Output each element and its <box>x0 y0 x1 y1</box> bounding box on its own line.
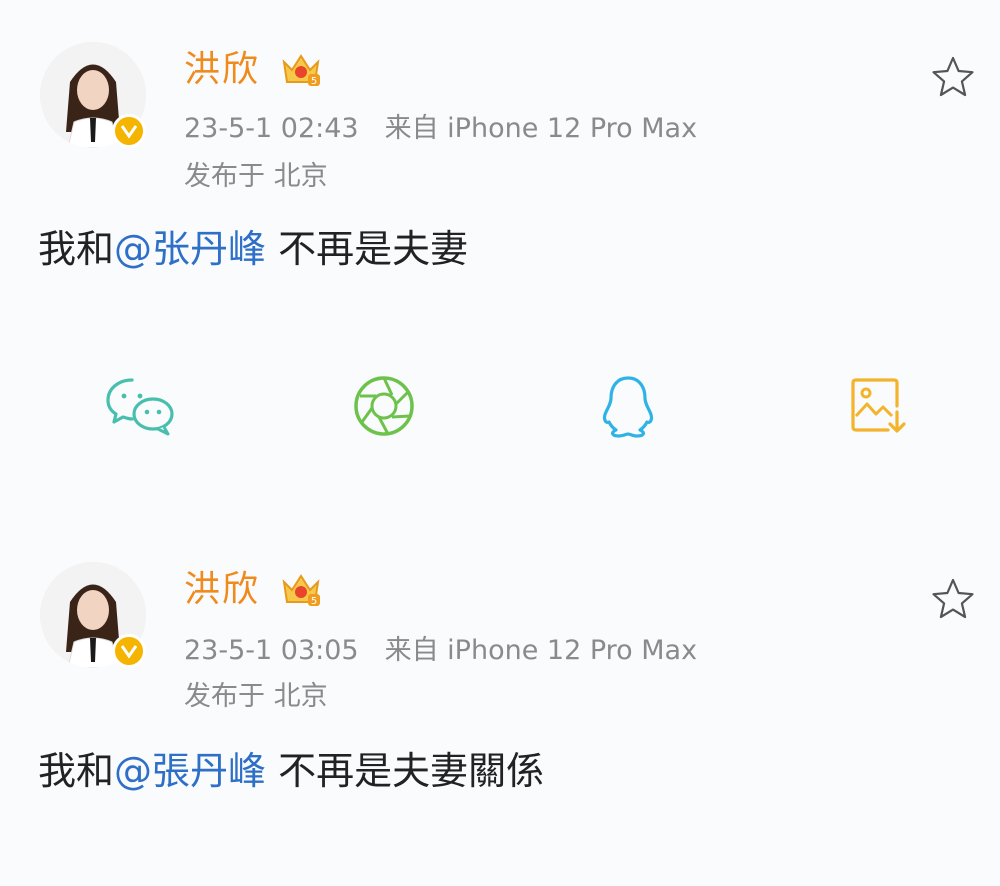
mention-link[interactable]: @张丹峰 <box>114 227 266 271</box>
qq-icon[interactable] <box>599 374 657 438</box>
avatar[interactable] <box>40 562 146 669</box>
post-time: 23-5-1 02:43 <box>184 113 359 144</box>
favorite-star-icon[interactable] <box>930 576 976 622</box>
moments-icon[interactable] <box>352 374 416 438</box>
post-meta: 23-5-1 03:05 来自 iPhone 12 Pro Max <box>184 634 697 668</box>
member-crown-icon: 5 <box>282 54 320 87</box>
post-location: 发布于 北京 <box>184 161 328 192</box>
post-2: 洪欣 5 23-5-1 03:05 来自 iPhone 12 Pro Max 发布… <box>0 520 1000 820</box>
post-text-after: 不再是夫妻 <box>266 227 469 271</box>
svg-text:5: 5 <box>311 596 317 607</box>
avatar[interactable] <box>40 42 146 149</box>
author-name[interactable]: 洪欣 <box>184 48 260 92</box>
post-text: 我和@张丹峰 不再是夫妻 <box>38 224 468 274</box>
wechat-icon[interactable] <box>104 376 176 438</box>
post-source: 来自 iPhone 12 Pro Max <box>384 113 698 144</box>
post-text-before: 我和 <box>38 749 115 793</box>
post-text: 我和@張丹峰 不再是夫妻關係 <box>38 746 544 796</box>
member-crown-icon: 5 <box>282 574 320 607</box>
post-time: 23-5-1 03:05 <box>184 635 359 666</box>
svg-text:5: 5 <box>311 76 317 87</box>
author-name[interactable]: 洪欣 <box>184 568 260 612</box>
favorite-star-icon[interactable] <box>930 54 976 100</box>
post-text-after: 不再是夫妻關係 <box>266 749 545 793</box>
post-1: 洪欣 5 23-5-1 02:43 来自 iPhone 12 Pro Max 发布… <box>0 0 1000 300</box>
mention-link[interactable]: @張丹峰 <box>114 749 266 793</box>
post-source: 来自 iPhone 12 Pro Max <box>384 635 698 666</box>
save-image-icon[interactable] <box>850 376 908 436</box>
post-location: 发布于 北京 <box>184 681 328 712</box>
post-text-before: 我和 <box>38 227 115 271</box>
verified-badge-icon <box>112 114 146 148</box>
verified-badge-icon <box>112 634 146 668</box>
post-meta: 23-5-1 02:43 来自 iPhone 12 Pro Max <box>184 112 697 146</box>
